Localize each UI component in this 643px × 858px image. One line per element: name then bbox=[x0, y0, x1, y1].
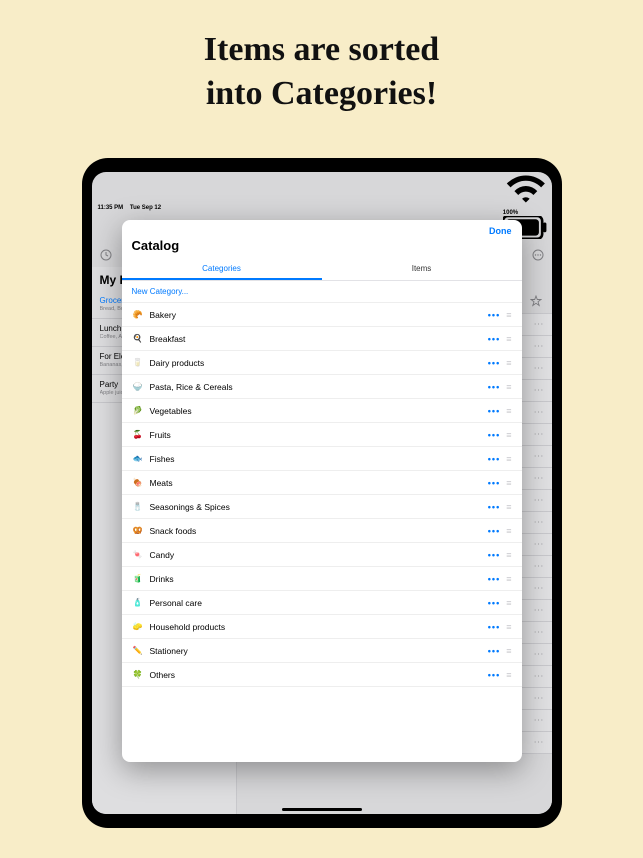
category-emoji-icon: 🧃 bbox=[132, 574, 144, 583]
category-label: Dairy products bbox=[150, 358, 482, 368]
more-icon[interactable]: ••• bbox=[488, 406, 500, 416]
category-emoji-icon: 🧽 bbox=[132, 622, 144, 631]
done-button[interactable]: Done bbox=[489, 226, 512, 236]
category-label: Household products bbox=[150, 622, 482, 632]
category-emoji-icon: 🧴 bbox=[132, 598, 144, 607]
drag-handle-icon[interactable]: ≡ bbox=[506, 550, 511, 560]
category-row[interactable]: ✏️ Stationery ••• ≡ bbox=[122, 639, 522, 663]
category-emoji-icon: 🥛 bbox=[132, 358, 144, 367]
new-category-button[interactable]: New Category... bbox=[122, 281, 522, 303]
category-emoji-icon: 🍬 bbox=[132, 550, 144, 559]
category-emoji-icon: ✏️ bbox=[132, 646, 144, 655]
category-emoji-icon: 🍀 bbox=[132, 670, 144, 679]
drag-handle-icon[interactable]: ≡ bbox=[506, 598, 511, 608]
category-emoji-icon: 🥨 bbox=[132, 526, 144, 535]
more-icon[interactable]: ••• bbox=[488, 382, 500, 392]
more-icon[interactable]: ••• bbox=[488, 502, 500, 512]
category-label: Vegetables bbox=[150, 406, 482, 416]
category-row[interactable]: 🍬 Candy ••• ≡ bbox=[122, 543, 522, 567]
more-icon[interactable]: ••• bbox=[488, 430, 500, 440]
drag-handle-icon[interactable]: ≡ bbox=[506, 310, 511, 320]
more-icon[interactable]: ••• bbox=[488, 478, 500, 488]
more-icon[interactable]: ••• bbox=[488, 598, 500, 608]
category-label: Fruits bbox=[150, 430, 482, 440]
drag-handle-icon[interactable]: ≡ bbox=[506, 502, 511, 512]
category-row[interactable]: 🧴 Personal care ••• ≡ bbox=[122, 591, 522, 615]
drag-handle-icon[interactable]: ≡ bbox=[506, 622, 511, 632]
category-label: Candy bbox=[150, 550, 482, 560]
category-label: Drinks bbox=[150, 574, 482, 584]
home-indicator bbox=[282, 808, 362, 811]
drag-handle-icon[interactable]: ≡ bbox=[506, 478, 511, 488]
status-time: 11:35 PM bbox=[98, 205, 124, 211]
drag-handle-icon[interactable]: ≡ bbox=[506, 670, 511, 680]
category-row[interactable]: 🧽 Household products ••• ≡ bbox=[122, 615, 522, 639]
category-row[interactable]: 🥛 Dairy products ••• ≡ bbox=[122, 351, 522, 375]
category-emoji-icon: 🧂 bbox=[132, 502, 144, 511]
more-icon[interactable]: ••• bbox=[488, 670, 500, 680]
catalog-modal: Done Catalog Categories Items New Catego… bbox=[122, 220, 522, 762]
more-icon[interactable]: ••• bbox=[488, 646, 500, 656]
more-icon[interactable]: ••• bbox=[488, 526, 500, 536]
category-row[interactable]: 🍒 Fruits ••• ≡ bbox=[122, 423, 522, 447]
category-row[interactable]: 🥬 Vegetables ••• ≡ bbox=[122, 399, 522, 423]
category-row[interactable]: 🍳 Breakfast ••• ≡ bbox=[122, 327, 522, 351]
category-emoji-icon: 🍳 bbox=[132, 334, 144, 343]
category-label: Fishes bbox=[150, 454, 482, 464]
category-row[interactable]: 🍖 Meats ••• ≡ bbox=[122, 471, 522, 495]
category-label: Snack foods bbox=[150, 526, 482, 536]
marketing-headline: Items are sorted into Categories! bbox=[0, 0, 643, 116]
drag-handle-icon[interactable]: ≡ bbox=[506, 526, 511, 536]
category-label: Bakery bbox=[150, 310, 482, 320]
tab-items[interactable]: Items bbox=[322, 259, 522, 280]
drag-handle-icon[interactable]: ≡ bbox=[506, 646, 511, 656]
drag-handle-icon[interactable]: ≡ bbox=[506, 382, 511, 392]
modal-title: Catalog bbox=[122, 238, 522, 259]
more-icon[interactable]: ••• bbox=[488, 454, 500, 464]
clock-icon[interactable] bbox=[100, 249, 112, 261]
category-row[interactable]: 🧃 Drinks ••• ≡ bbox=[122, 567, 522, 591]
status-date: Tue Sep 12 bbox=[130, 205, 161, 211]
category-row[interactable]: 🍀 Others ••• ≡ bbox=[122, 663, 522, 687]
drag-handle-icon[interactable]: ≡ bbox=[506, 406, 511, 416]
drag-handle-icon[interactable]: ≡ bbox=[506, 454, 511, 464]
category-emoji-icon: 🐟 bbox=[132, 454, 144, 463]
marketing-line2: into Categories! bbox=[0, 72, 643, 116]
more-icon[interactable]: ••• bbox=[488, 310, 500, 320]
category-emoji-icon: 🍒 bbox=[132, 430, 144, 439]
ellipsis-circle-icon[interactable] bbox=[532, 249, 544, 261]
category-label: Seasonings & Spices bbox=[150, 502, 482, 512]
device-frame: 11:35 PM Tue Sep 12 100% bbox=[82, 158, 562, 828]
screen: 11:35 PM Tue Sep 12 100% bbox=[92, 172, 552, 814]
drag-handle-icon[interactable]: ≡ bbox=[506, 430, 511, 440]
more-icon[interactable]: ••• bbox=[488, 622, 500, 632]
category-label: Others bbox=[150, 670, 482, 680]
more-icon[interactable]: ••• bbox=[488, 550, 500, 560]
category-row[interactable]: 🥐 Bakery ••• ≡ bbox=[122, 303, 522, 327]
star-icon[interactable] bbox=[530, 295, 542, 307]
category-row[interactable]: 🥨 Snack foods ••• ≡ bbox=[122, 519, 522, 543]
marketing-line1: Items are sorted bbox=[0, 28, 643, 72]
category-emoji-icon: 🥬 bbox=[132, 406, 144, 415]
category-label: Personal care bbox=[150, 598, 482, 608]
category-row[interactable]: 🍚 Pasta, Rice & Cereals ••• ≡ bbox=[122, 375, 522, 399]
category-label: Breakfast bbox=[150, 334, 482, 344]
more-icon[interactable]: ••• bbox=[488, 358, 500, 368]
category-emoji-icon: 🥐 bbox=[132, 310, 144, 319]
tab-categories[interactable]: Categories bbox=[122, 259, 322, 280]
category-row[interactable]: 🧂 Seasonings & Spices ••• ≡ bbox=[122, 495, 522, 519]
drag-handle-icon[interactable]: ≡ bbox=[506, 334, 511, 344]
more-icon[interactable]: ••• bbox=[488, 334, 500, 344]
segmented-control: Categories Items bbox=[122, 259, 522, 281]
category-row[interactable]: 🐟 Fishes ••• ≡ bbox=[122, 447, 522, 471]
category-label: Pasta, Rice & Cereals bbox=[150, 382, 482, 392]
category-label: Meats bbox=[150, 478, 482, 488]
category-emoji-icon: 🍖 bbox=[132, 478, 144, 487]
category-emoji-icon: 🍚 bbox=[132, 382, 144, 391]
more-icon[interactable]: ••• bbox=[488, 574, 500, 584]
drag-handle-icon[interactable]: ≡ bbox=[506, 358, 511, 368]
drag-handle-icon[interactable]: ≡ bbox=[506, 574, 511, 584]
category-label: Stationery bbox=[150, 646, 482, 656]
